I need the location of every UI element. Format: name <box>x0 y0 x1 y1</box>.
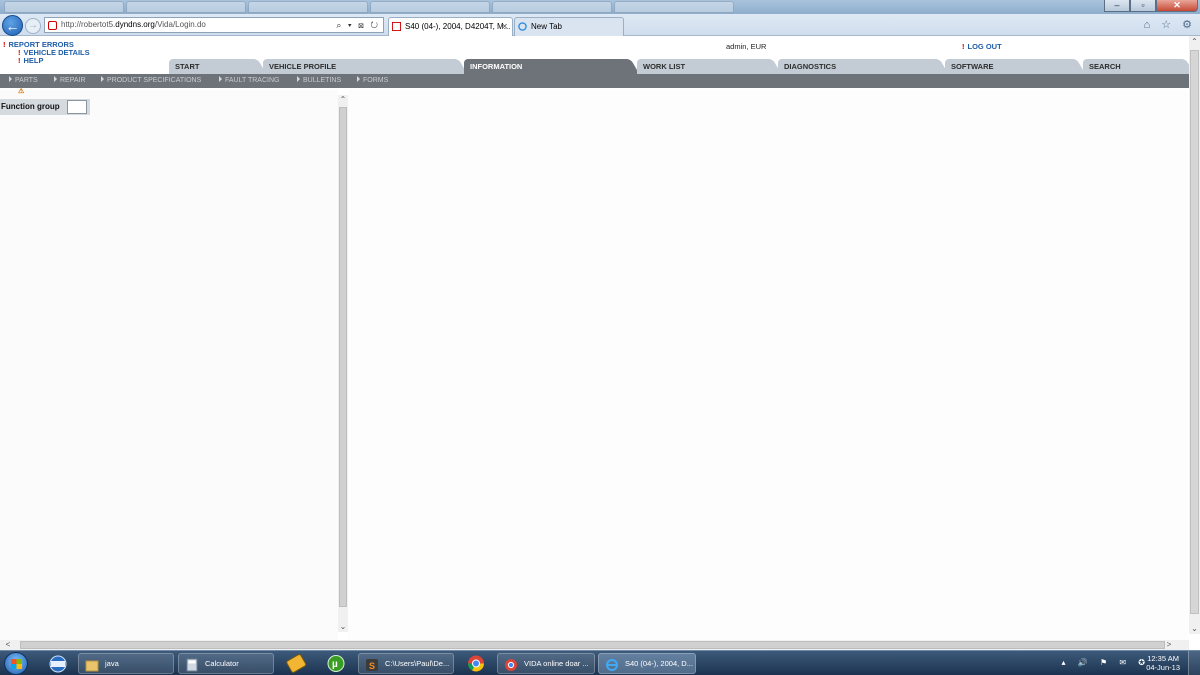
scroll-up-icon[interactable]: ⌃ <box>338 95 348 105</box>
svg-text:S: S <box>369 661 375 671</box>
monitor-icon[interactable] <box>40 653 76 674</box>
tab-work-list[interactable]: WORK LIST <box>637 59 772 74</box>
clock-date: 04-Jun-13 <box>1146 663 1180 672</box>
ie-icon <box>518 22 527 31</box>
tab-vehicle-profile[interactable]: VEHICLE PROFILE <box>263 59 458 74</box>
tab-information[interactable]: INFORMATION <box>464 59 629 74</box>
minimize-button[interactable]: – <box>1104 0 1130 12</box>
scroll-thumb[interactable] <box>1190 50 1199 614</box>
background-tab[interactable] <box>492 1 612 13</box>
subnav-parts[interactable]: PARTS <box>9 74 38 87</box>
user-info: admin, EUR <box>726 42 767 51</box>
clock-time: 12:35 AM <box>1147 654 1179 663</box>
page-horizontal-scrollbar[interactable]: < > <box>0 640 1189 650</box>
left-panel-scrollbar[interactable]: ⌃ ⌄ <box>338 95 348 632</box>
address-url-path: /Vida/Login.do <box>154 20 206 29</box>
calculator-icon <box>186 658 198 672</box>
sublime-icon: S <box>366 659 378 671</box>
taskbar-item-java[interactable]: java <box>78 653 174 674</box>
scroll-down-icon[interactable]: ⌄ <box>338 622 348 632</box>
scroll-down-icon[interactable]: ⌄ <box>1189 623 1200 634</box>
scroll-up-icon[interactable]: ⌃ <box>1189 36 1200 47</box>
tab-diagnostics[interactable]: DIAGNOSTICS <box>778 59 939 74</box>
tab-search[interactable]: SEARCH <box>1083 59 1185 74</box>
pencil-tool-icon[interactable] <box>278 653 314 674</box>
forward-button[interactable]: → <box>25 18 41 34</box>
system-tray[interactable]: ▴ 🔊 ⚑ ✉ ✪ <box>1062 658 1150 667</box>
sub-navigation: PARTS REPAIR PRODUCT SPECIFICATIONS FAUL… <box>0 74 1190 88</box>
background-tab[interactable] <box>4 1 124 13</box>
close-tab-icon[interactable]: ✕ <box>501 18 508 35</box>
subnav-product-specifications[interactable]: PRODUCT SPECIFICATIONS <box>101 74 201 87</box>
warning-icon[interactable]: ⚠ <box>18 88 27 95</box>
page-icon <box>392 22 401 31</box>
vehicle-details-link[interactable]: ! VEHICLE DETAILS <box>3 49 90 57</box>
help-link[interactable]: ! HELP <box>3 57 90 65</box>
background-tab[interactable] <box>614 1 734 13</box>
left-panel <box>0 90 338 640</box>
tab-software[interactable]: SOFTWARE <box>945 59 1076 74</box>
site-favicon-icon <box>48 21 57 30</box>
scroll-thumb[interactable] <box>339 107 347 607</box>
logout-link[interactable]: ! LOG OUT <box>962 42 1002 51</box>
address-bar[interactable]: http://robertot5.dyndns.org/Vida/Login.d… <box>44 17 384 33</box>
folder-icon <box>85 660 99 672</box>
taskbar-item-explorer[interactable]: S C:\Users\Paul\De... <box>358 653 454 674</box>
ie-icon <box>606 659 618 671</box>
background-tab[interactable] <box>126 1 246 13</box>
address-url-domain: dyndns.org <box>115 20 155 29</box>
chrome-icon <box>505 659 517 671</box>
maximize-button[interactable]: ▫ <box>1130 0 1156 12</box>
browser-toolbar: ← → http://robertot5.dyndns.org/Vida/Log… <box>0 14 1200 36</box>
tab-start[interactable]: START <box>169 59 257 74</box>
window-titlebar: – ▫ ✕ <box>0 0 1200 14</box>
browser-toolbar-icons[interactable]: ⌂ ☆ ⚙ <box>1144 18 1196 31</box>
background-tab[interactable] <box>370 1 490 13</box>
clock[interactable]: 12:35 AM 04-Jun-13 <box>1146 654 1180 672</box>
close-button[interactable]: ✕ <box>1156 0 1198 12</box>
scroll-thumb[interactable] <box>20 641 1165 649</box>
browser-tab-label: New Tab <box>531 22 562 31</box>
scroll-left-icon[interactable]: < <box>2 640 14 650</box>
browser-tab-label: S40 (04-), 2004, D4204T, M... <box>405 22 511 31</box>
function-group-input[interactable] <box>67 100 87 114</box>
window-controls: – ▫ ✕ <box>1104 0 1198 12</box>
chrome-icon[interactable] <box>458 653 494 674</box>
background-tab[interactable] <box>248 1 368 13</box>
browser-tab-new[interactable]: New Tab <box>514 17 624 36</box>
subnav-fault-tracing[interactable]: FAULT TRACING <box>219 74 279 87</box>
address-bar-icons[interactable]: ⌕ ▾ ⊠ ↻ <box>336 18 380 32</box>
subnav-forms[interactable]: FORMS <box>357 74 388 87</box>
subnav-repair[interactable]: REPAIR <box>54 74 86 87</box>
show-desktop-button[interactable] <box>1188 651 1200 675</box>
browser-tab-active[interactable]: S40 (04-), 2004, D4204T, M... ✕ <box>388 17 513 36</box>
start-button[interactable] <box>4 652 28 675</box>
svg-text:µ: µ <box>332 659 338 670</box>
header-links: ! REPORT ERRORS ! VEHICLE DETAILS ! HELP <box>3 41 90 65</box>
taskbar-item-ie[interactable]: S40 (04-), 2004, D... <box>598 653 696 674</box>
page-vertical-scrollbar[interactable]: ⌃ ⌄ <box>1189 36 1200 634</box>
content-panel <box>348 90 1188 640</box>
address-url-prefix: http://robertot5. <box>61 20 116 29</box>
taskbar-item-chrome[interactable]: VIDA online doar ... <box>497 653 595 674</box>
subnav-bulletins[interactable]: BULLETINS <box>297 74 341 87</box>
taskbar: java Calculator µ S C:\Users\Paul\De... … <box>0 650 1200 675</box>
back-button[interactable]: ← <box>2 15 23 36</box>
scroll-right-icon[interactable]: > <box>1163 640 1175 650</box>
taskbar-item-calculator[interactable]: Calculator <box>178 653 274 674</box>
function-group-label: Function group <box>1 102 60 111</box>
utorrent-icon[interactable]: µ <box>318 653 354 674</box>
